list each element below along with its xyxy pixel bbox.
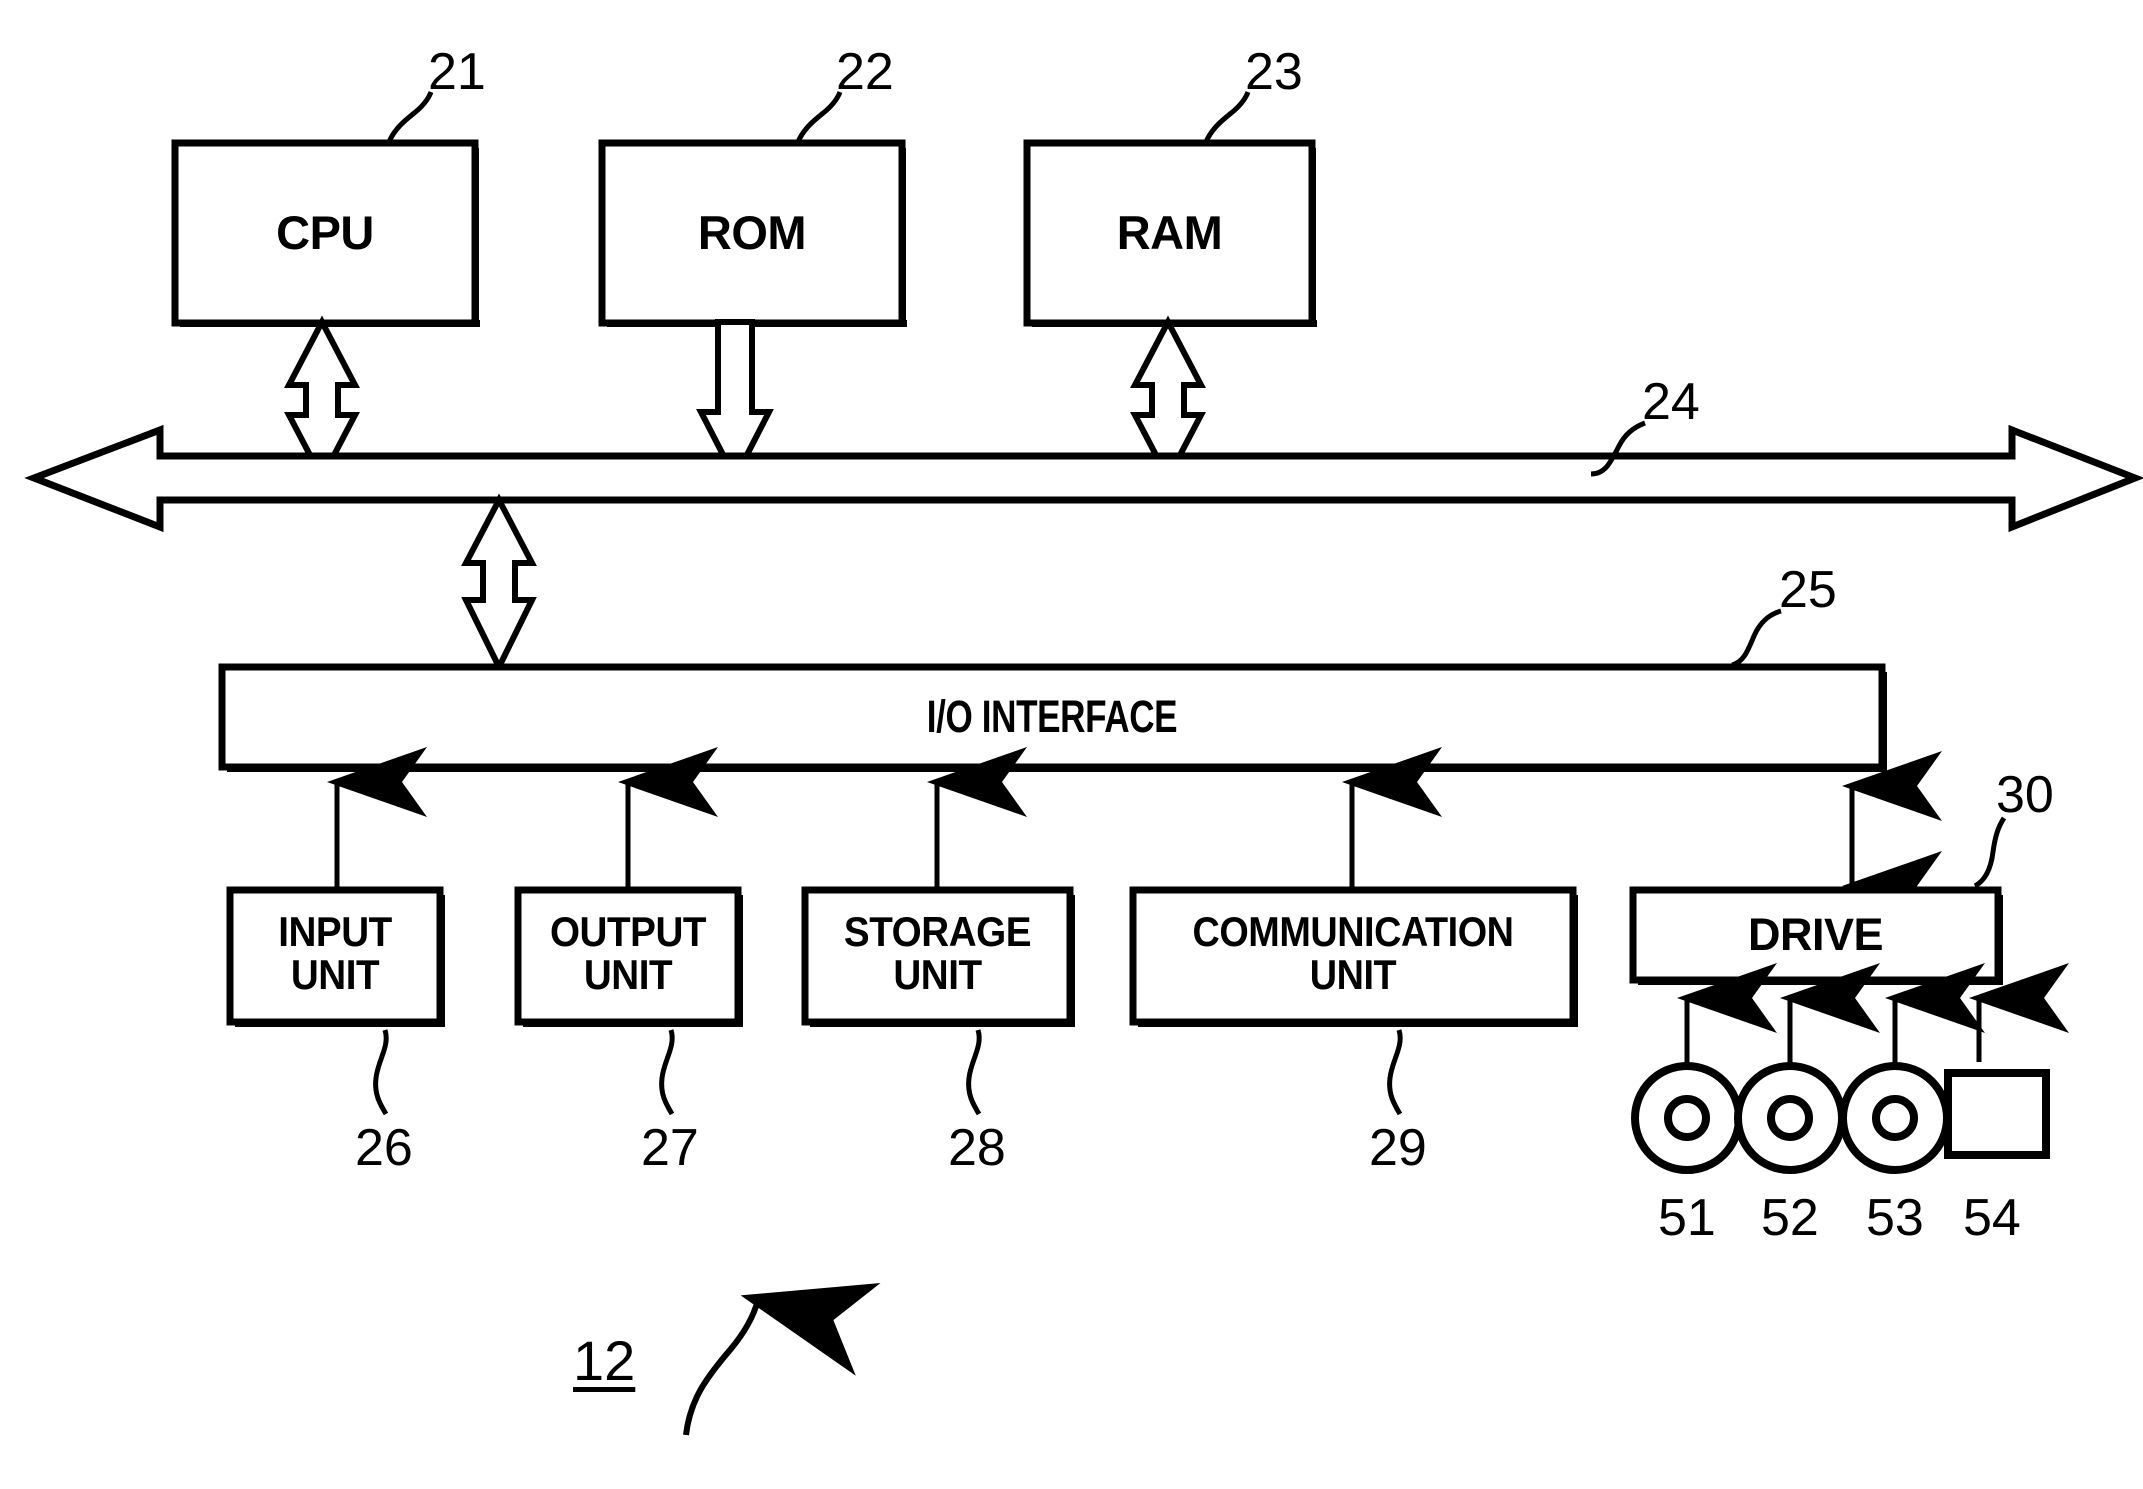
ref-numeral-drive: 30 — [1996, 766, 2054, 824]
ref-numeral-system: 12 — [573, 1329, 636, 1392]
drive-block — [1629, 886, 2003, 985]
cpu-block — [171, 139, 480, 327]
ref-numeral-bus: 24 — [1642, 373, 1700, 431]
ref-numeral-output-unit: 27 — [641, 1119, 699, 1177]
system-bus — [24, 424, 2143, 533]
figure-canvas: CPU ROM RAM I/O INTERFACE INPUT UNIT OUT… — [0, 0, 2143, 1489]
ref-numeral-magneto-optical-disk: 53 — [1866, 1189, 1924, 1247]
output-unit-block — [514, 886, 743, 1027]
ref-numeral-io-interface: 25 — [1779, 561, 1837, 619]
ref-numeral-ram: 23 — [1245, 43, 1303, 101]
input-unit-block — [226, 886, 445, 1027]
input-unit-ref-leader — [373, 1029, 389, 1116]
drive-ref-leader — [1973, 816, 2007, 889]
io-interface-ref-leader — [1731, 608, 1782, 668]
ref-numeral-rom: 22 — [836, 43, 894, 101]
ref-numeral-input-unit: 26 — [355, 1119, 413, 1177]
bus-io-connector-arrow — [461, 493, 537, 674]
storage-unit-block — [801, 886, 1075, 1027]
ram-block — [1023, 139, 1317, 327]
ref-numeral-communication-unit: 29 — [1369, 1119, 1427, 1177]
cpu-ref-leader — [386, 91, 434, 144]
ref-numeral-cpu: 21 — [428, 43, 486, 101]
ref-numeral-storage-unit: 28 — [948, 1119, 1006, 1177]
ram-ref-leader — [1203, 91, 1251, 144]
rom-ref-leader — [795, 91, 843, 144]
ref-numeral-semiconductor-memory: 54 — [1963, 1189, 2021, 1247]
rom-block — [598, 139, 907, 327]
semiconductor-memory-icon — [1944, 1069, 2050, 1159]
system-ref-leader — [683, 1283, 881, 1436]
magneto-optical-disk-icon — [1839, 1062, 1951, 1174]
storage-unit-ref-leader — [966, 1029, 982, 1116]
optical-disk-icon — [1734, 1062, 1846, 1174]
communication-unit-ref-leader — [1387, 1029, 1403, 1116]
ref-numeral-magnetic-disk: 51 — [1658, 1189, 1716, 1247]
communication-unit-block — [1129, 886, 1578, 1027]
magnetic-disk-icon — [1631, 1062, 1743, 1174]
ref-numeral-optical-disk: 52 — [1761, 1189, 1819, 1247]
diagram-vector-layer — [24, 91, 2143, 1436]
output-unit-ref-leader — [659, 1029, 675, 1116]
io-interface-block — [218, 663, 1887, 772]
